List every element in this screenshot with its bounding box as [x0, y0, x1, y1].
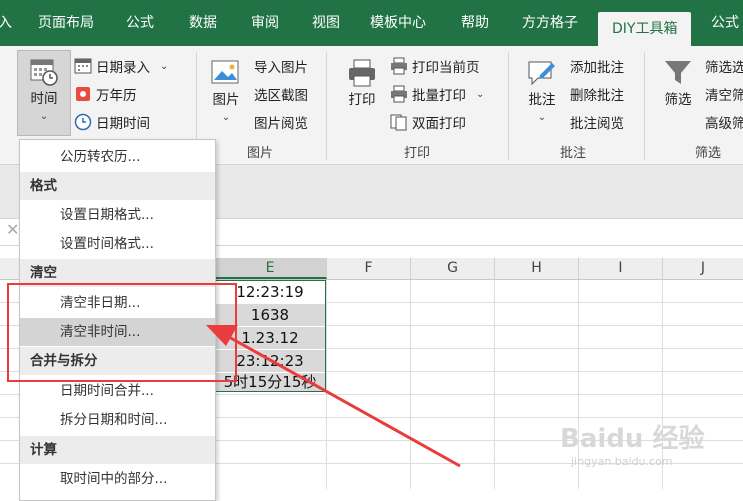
baidu-watermark: Baidu 经验 [560, 424, 705, 454]
baidu-watermark-url: jingyan.baidu.com [571, 455, 673, 468]
annotation-arrow [206, 325, 461, 468]
